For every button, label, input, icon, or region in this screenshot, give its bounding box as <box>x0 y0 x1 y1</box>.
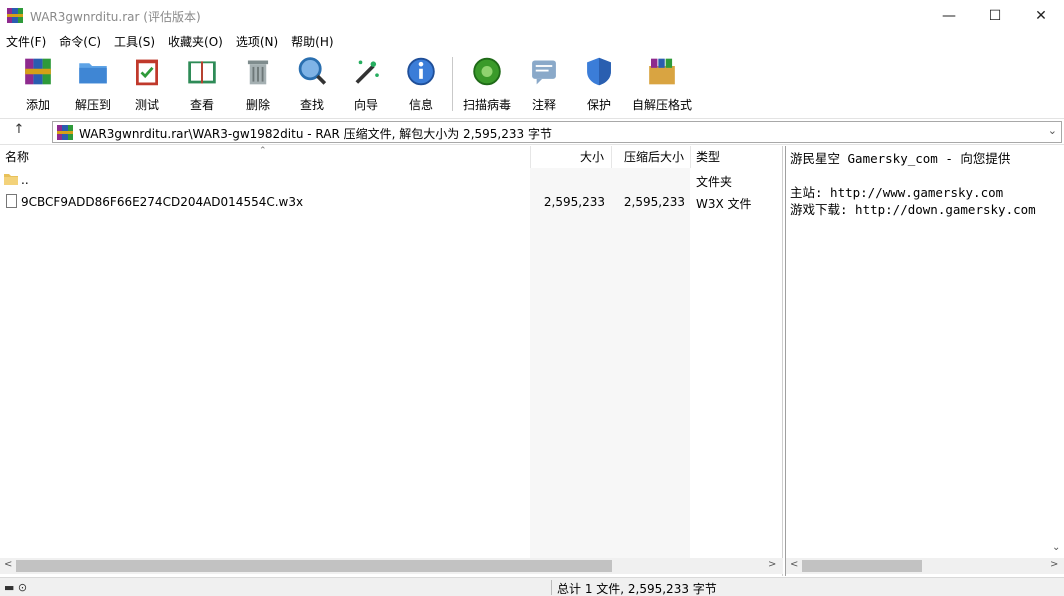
sfx-label: 自解压格式 <box>631 98 692 112</box>
status-text: 总计 1 文件, 2,595,233 字节 <box>557 582 717 596</box>
info-label: 信息 <box>408 98 433 112</box>
scan-virus-button[interactable]: 扫描病毒 <box>460 55 514 113</box>
add-button[interactable]: 添加 <box>18 55 58 113</box>
comment-horizontal-scrollbar[interactable]: < > <box>786 558 1064 574</box>
scan-virus-label: 扫描病毒 <box>462 98 511 112</box>
sort-ascending-icon: ⌃ <box>259 146 267 156</box>
archive-comment-panel: 游民星空 Gamersky_com - 向您提供 主站: http://www.… <box>785 146 1064 576</box>
info-icon <box>407 57 435 86</box>
delete-button[interactable]: 删除 <box>238 55 278 113</box>
extract-to-button[interactable]: 解压到 <box>70 55 116 113</box>
test-label: 测试 <box>134 98 159 112</box>
column-header-type[interactable]: 类型 <box>696 146 720 168</box>
minimize-button[interactable]: — <box>926 0 972 31</box>
up-folder-button[interactable]: ↑ <box>8 122 30 142</box>
header-separator <box>530 146 531 168</box>
header-separator <box>611 146 612 168</box>
view-button[interactable]: 查看 <box>180 55 224 113</box>
size-columns-background <box>530 168 690 558</box>
path-dropdown-button[interactable]: ⌄ <box>1048 124 1057 137</box>
find-label: 查找 <box>299 98 324 112</box>
comment-vertical-scrollbar[interactable]: ⌄ <box>1048 146 1064 558</box>
status-separator <box>551 580 552 595</box>
scroll-left-icon[interactable]: < <box>790 559 798 570</box>
test-clipboard-icon <box>136 59 158 86</box>
menu-help[interactable]: 帮助(H) <box>291 33 333 50</box>
menu-commands[interactable]: 命令(C) <box>59 33 101 50</box>
comment-label: 注释 <box>531 98 556 112</box>
close-button[interactable]: ✕ <box>1018 0 1064 31</box>
extract-folder-icon <box>79 63 107 84</box>
sfx-box-icon <box>649 58 675 85</box>
protect-button[interactable]: 保护 <box>579 55 619 113</box>
path-field[interactable]: WAR3gwnrditu.rar\WAR3-gw1982ditu - RAR 压… <box>52 121 1062 143</box>
menu-options[interactable]: 选项(N) <box>236 33 278 50</box>
winrar-app-icon <box>7 8 23 23</box>
sfx-button[interactable]: 自解压格式 <box>630 55 694 113</box>
column-header-name[interactable]: 名称 <box>5 146 29 168</box>
column-header-size[interactable]: 大小 <box>580 146 604 168</box>
column-header-packed-size[interactable]: 压缩后大小 <box>624 146 684 168</box>
menu-file[interactable]: 文件(F) <box>6 33 46 50</box>
virus-scan-icon <box>473 57 501 86</box>
file-icon <box>6 194 17 208</box>
test-button[interactable]: 测试 <box>127 55 167 113</box>
comment-line: 游民星空 Gamersky_com - 向您提供 <box>790 151 1011 166</box>
address-bar: ↑ WAR3gwnrditu.rar\WAR3-gw1982ditu - RAR… <box>0 118 1064 145</box>
scroll-right-icon[interactable]: > <box>768 559 776 570</box>
toolbar-separator <box>452 57 453 111</box>
add-label: 添加 <box>25 98 50 112</box>
wizard-button[interactable]: 向导 <box>346 55 386 113</box>
table-row[interactable]: .. 文件夹 <box>0 170 783 190</box>
menu-tools[interactable]: 工具(S) <box>114 33 155 50</box>
folder-icon <box>4 174 18 185</box>
scroll-down-icon[interactable]: ⌄ <box>1052 542 1060 553</box>
view-book-icon <box>188 61 216 84</box>
file-type: W3X 文件 <box>696 197 752 211</box>
maximize-button[interactable]: ☐ <box>972 0 1018 31</box>
scroll-left-icon[interactable]: < <box>4 559 12 570</box>
scroll-right-icon[interactable]: > <box>1050 559 1058 570</box>
title-bar: WAR3gwnrditu.rar (评估版本) — ☐ ✕ <box>0 0 1064 31</box>
wizard-label: 向导 <box>353 98 378 112</box>
protect-label: 保护 <box>586 98 611 112</box>
comment-icon <box>532 60 556 85</box>
winrar-archive-icon <box>57 125 73 140</box>
file-list: 名称 ⌃ 大小 压缩后大小 类型 .. 文件夹 9CBCF9ADD86F66E2… <box>0 146 783 576</box>
extract-to-label: 解压到 <box>74 98 111 112</box>
path-text: WAR3gwnrditu.rar\WAR3-gw1982ditu - RAR 压… <box>79 127 552 141</box>
file-name: 9CBCF9ADD86F66E274CD204AD014554C.w3x <box>21 195 304 209</box>
toolbar: 添加 解压到 测试 查看 删除 查找 向导 信息 扫描病毒 注释 保护 自解压格… <box>0 51 1064 117</box>
file-packed-size: 2,595,233 <box>623 195 685 209</box>
comment-button[interactable]: 注释 <box>524 55 564 113</box>
shield-icon <box>587 57 611 86</box>
menu-bar: 文件(F) 命令(C) 工具(S) 收藏夹(O) 选项(N) 帮助(H) <box>0 31 1064 51</box>
file-list-horizontal-scrollbar[interactable]: < > <box>0 558 783 574</box>
scrollbar-thumb[interactable] <box>802 560 922 572</box>
drive-status-icon[interactable]: ▬ ⊙ <box>4 581 27 594</box>
info-button[interactable]: 信息 <box>401 55 441 113</box>
add-archive-icon <box>25 58 51 85</box>
wizard-wand-icon <box>355 60 379 84</box>
table-row[interactable]: 9CBCF9ADD86F66E274CD204AD014554C.w3x 2,5… <box>0 192 783 212</box>
scrollbar-thumb[interactable] <box>16 560 612 572</box>
view-label: 查看 <box>189 98 214 112</box>
delete-trash-icon <box>247 60 269 85</box>
file-type: 文件夹 <box>696 175 733 189</box>
find-magnifier-icon <box>298 57 327 85</box>
window-title: WAR3gwnrditu.rar (评估版本) <box>30 10 201 24</box>
find-button[interactable]: 查找 <box>292 55 332 113</box>
file-size: 2,595,233 <box>543 195 605 209</box>
status-bar: ▬ ⊙ 总计 1 文件, 2,595,233 字节 <box>0 577 1064 596</box>
comment-line: 游戏下载: http://down.gamersky.com <box>790 202 1036 217</box>
header-separator <box>690 146 691 168</box>
file-name: .. <box>21 173 29 187</box>
menu-favorites[interactable]: 收藏夹(O) <box>168 33 223 50</box>
delete-label: 删除 <box>245 98 270 112</box>
